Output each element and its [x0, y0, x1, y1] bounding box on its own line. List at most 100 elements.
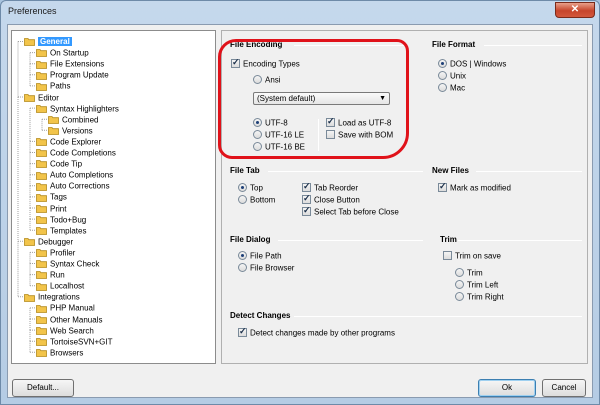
- tree-item-auto-completions[interactable]: Auto Completions: [36, 169, 113, 180]
- load-as-utf8-check[interactable]: [326, 116, 335, 128]
- tree-item-localhost[interactable]: Localhost: [36, 280, 84, 291]
- tree-item-label: Integrations: [38, 292, 80, 302]
- trim-label: Trim: [467, 268, 483, 278]
- tree-item-profiler[interactable]: Profiler: [36, 247, 75, 258]
- tree-item-label: Syntax Check: [50, 259, 100, 269]
- title-bar[interactable]: Preferences ✕: [1, 1, 599, 23]
- tree-item-general[interactable]: General: [24, 36, 72, 47]
- utf16le-radio[interactable]: UTF-16 LE: [253, 129, 304, 140]
- dos-radio-button[interactable]: [438, 59, 447, 69]
- utf16le-radio-button[interactable]: [253, 130, 262, 140]
- trim-radio-button[interactable]: [455, 268, 464, 278]
- tab-bottom-radio-button[interactable]: [238, 195, 247, 205]
- tree-item-print[interactable]: Print: [36, 203, 66, 214]
- utf16be-radio-button[interactable]: [253, 142, 262, 152]
- tree-item-on-startup[interactable]: On Startup: [36, 47, 89, 58]
- unix-radio-button[interactable]: [438, 71, 447, 81]
- encoding-types-check[interactable]: [231, 57, 240, 69]
- tree-item-integrations[interactable]: Integrations: [24, 291, 80, 302]
- trim-left-radio-button[interactable]: [455, 280, 464, 290]
- dos-radio[interactable]: DOS | Windows: [438, 58, 506, 69]
- tree-item-code-explorer[interactable]: Code Explorer: [36, 136, 101, 147]
- tree-item-combined[interactable]: Combined: [48, 114, 98, 125]
- cancel-button[interactable]: Cancel: [542, 379, 586, 397]
- category-tree[interactable]: General On Startup File Extensions Program …: [11, 30, 216, 364]
- close-button-checkbox[interactable]: Close Button: [302, 193, 360, 205]
- trim-right-label: Trim Right: [467, 292, 504, 302]
- tab-reorder-check[interactable]: [302, 181, 311, 193]
- save-with-bom-check[interactable]: [326, 130, 335, 140]
- tree-item-tortoisesvn-git[interactable]: TortoiseSVN+GIT: [36, 336, 112, 347]
- mac-radio-button[interactable]: [438, 83, 447, 93]
- tab-bottom-radio[interactable]: Bottom: [238, 194, 275, 205]
- trim-right-radio-button[interactable]: [455, 292, 464, 302]
- tree-item-syntax-highlighters[interactable]: Syntax Highlighters: [36, 103, 119, 114]
- tree-item-web-search[interactable]: Web Search: [36, 325, 94, 336]
- close-button-check[interactable]: [302, 193, 311, 205]
- folder-icon: [24, 38, 35, 47]
- trim-on-save-check[interactable]: [443, 251, 452, 261]
- file-path-radio[interactable]: File Path: [238, 250, 282, 261]
- mark-modified-checkbox[interactable]: Mark as modified: [438, 181, 511, 193]
- save-with-bom-checkbox[interactable]: Save with BOM: [326, 129, 393, 140]
- file-browser-radio-button[interactable]: [238, 263, 247, 273]
- trim-radio[interactable]: Trim: [455, 267, 483, 278]
- tree-item-syntax-check[interactable]: Syntax Check: [36, 258, 99, 269]
- preferences-window: Preferences ✕ General On Startup File Exte…: [0, 0, 600, 405]
- tree-item-run[interactable]: Run: [36, 269, 65, 280]
- select-tab-checkbox[interactable]: Select Tab before Close: [302, 205, 399, 217]
- tab-top-radio[interactable]: Top: [238, 182, 263, 193]
- mark-modified-check[interactable]: [438, 181, 447, 193]
- encoding-types-checkbox[interactable]: Encoding Types: [231, 57, 300, 69]
- tree-item-code-tip[interactable]: Code Tip: [36, 158, 82, 169]
- tree-item-code-completions[interactable]: Code Completions: [36, 147, 116, 158]
- encoding-dropdown[interactable]: (System default) ▼: [253, 92, 390, 105]
- tree-item-browsers[interactable]: Browsers: [36, 347, 83, 358]
- utf8-radio[interactable]: UTF-8: [253, 117, 288, 128]
- tree-item-versions[interactable]: Versions: [48, 125, 93, 136]
- file-path-radio-button[interactable]: [238, 251, 247, 261]
- ok-button[interactable]: Ok: [478, 379, 536, 397]
- tree-item-templates[interactable]: Templates: [36, 225, 86, 236]
- ansi-radio[interactable]: Ansi: [253, 74, 281, 85]
- file-browser-radio[interactable]: File Browser: [238, 262, 294, 273]
- ansi-radio-button[interactable]: [253, 75, 262, 85]
- detect-changes-check[interactable]: [238, 326, 247, 338]
- close-icon[interactable]: ✕: [571, 4, 579, 15]
- chevron-down-icon[interactable]: ▼: [379, 93, 386, 104]
- tree-item-editor[interactable]: Editor: [24, 92, 59, 103]
- close-button-label: Close Button: [314, 195, 360, 205]
- mac-radio[interactable]: Mac: [438, 82, 465, 93]
- load-as-utf8-checkbox[interactable]: Load as UTF-8: [326, 116, 391, 128]
- tree-item-paths[interactable]: Paths: [36, 80, 70, 91]
- mac-label: Mac: [450, 83, 466, 93]
- tree-item-todo-bug[interactable]: Todo+Bug: [36, 214, 86, 225]
- trim-on-save-checkbox[interactable]: Trim on save: [443, 250, 501, 261]
- tree-item-tags[interactable]: Tags: [36, 191, 67, 202]
- select-tab-check[interactable]: [302, 205, 311, 217]
- utf8-radio-button[interactable]: [253, 118, 262, 128]
- tab-reorder-checkbox[interactable]: Tab Reorder: [302, 181, 358, 193]
- tree-item-php-manual[interactable]: PHP Manual: [36, 302, 95, 313]
- tree-item-debugger[interactable]: Debugger: [24, 236, 73, 247]
- trim-left-radio[interactable]: Trim Left: [455, 279, 498, 290]
- tab-top-radio-button[interactable]: [238, 183, 247, 193]
- folder-icon: [48, 127, 59, 136]
- file-tab-title: File Tab: [230, 166, 260, 175]
- folder-icon: [36, 160, 47, 169]
- default-button[interactable]: Default...: [12, 379, 74, 397]
- tree-item-label: File Extensions: [50, 59, 105, 69]
- tree-item-other-manuals[interactable]: Other Manuals: [36, 314, 102, 325]
- tree-item-auto-corrections[interactable]: Auto Corrections: [36, 180, 110, 191]
- tree-item-file-extensions[interactable]: File Extensions: [36, 58, 104, 69]
- utf16be-radio[interactable]: UTF-16 BE: [253, 141, 305, 152]
- close-button[interactable]: ✕: [555, 2, 595, 18]
- unix-radio[interactable]: Unix: [438, 70, 466, 81]
- folder-icon: [36, 249, 47, 258]
- encoding-separator: [318, 119, 319, 151]
- trim-right-radio[interactable]: Trim Right: [455, 291, 504, 302]
- tree-item-label: TortoiseSVN+GIT: [50, 337, 113, 347]
- tree-item-program-update[interactable]: Program Update: [36, 69, 109, 80]
- detect-changes-checkbox[interactable]: Detect changes made by other programs: [238, 326, 395, 338]
- folder-icon: [36, 82, 47, 91]
